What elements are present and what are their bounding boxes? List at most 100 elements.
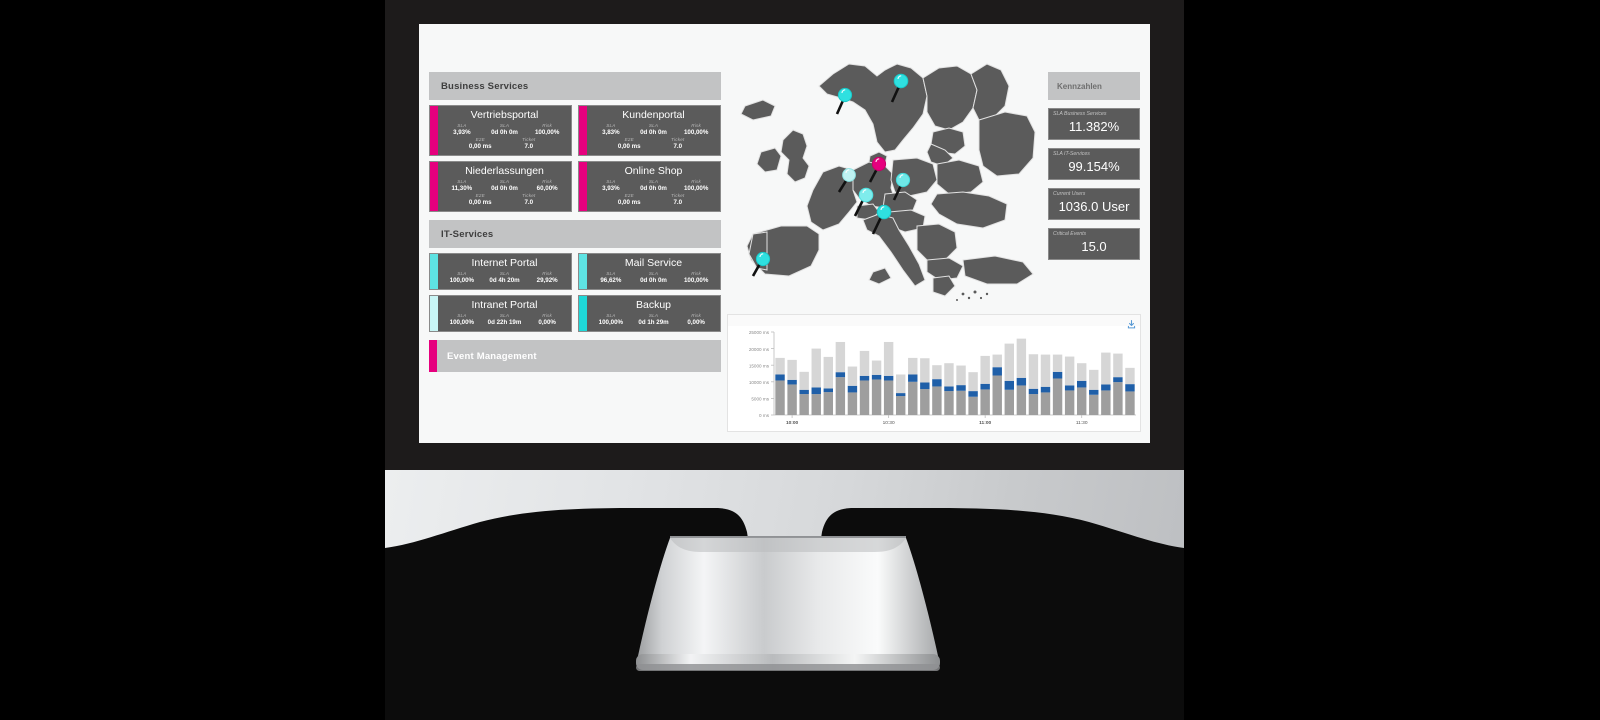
status-accent-bar bbox=[430, 106, 438, 155]
svg-text:10000 ms: 10000 ms bbox=[749, 380, 770, 385]
kpi-value: 11.382% bbox=[1068, 119, 1120, 134]
metric-value: 0,00 ms bbox=[617, 199, 641, 206]
metric-value: 0,00% bbox=[538, 319, 556, 326]
metric-sla-time: SLA 0d 1h 29m bbox=[631, 313, 677, 327]
metric-row-secondary: E2E 0,00 ms Ticket 7.0 bbox=[591, 193, 716, 207]
svg-text:10:30: 10:30 bbox=[883, 420, 895, 426]
service-card-kundenportal[interactable]: Kundenportal SLA 3,83% SLA 0d 0h 0m Risk bbox=[578, 105, 721, 156]
metric-value: 0d 0h 0m bbox=[640, 185, 667, 192]
it-services-card-grid: Internet Portal SLA 100,00% SLA 0d 4h 20… bbox=[429, 253, 721, 332]
metric-sla-percent: SLA 96,62% bbox=[591, 271, 631, 285]
metric-ticket: Ticket 7.0 bbox=[505, 193, 554, 207]
metric-value: 100,00% bbox=[683, 277, 709, 284]
kpi-value: 15.0 bbox=[1081, 239, 1107, 254]
service-card-mail-service[interactable]: Mail Service SLA 96,62% SLA 0d 0h 0m Ris… bbox=[578, 253, 721, 290]
status-accent-bar bbox=[579, 162, 587, 211]
metric-value: 0,00% bbox=[687, 319, 705, 326]
metric-value: 0d 0h 0m bbox=[640, 277, 667, 284]
kpi-card-current-users[interactable]: Current Users 1036.0 User bbox=[1048, 188, 1140, 220]
metric-value: 0d 0h 0m bbox=[491, 129, 518, 136]
service-card-online-shop[interactable]: Online Shop SLA 3,93% SLA 0d 0h 0m Risk bbox=[578, 161, 721, 212]
service-card-intranet-portal[interactable]: Intranet Portal SLA 100,00% SLA 0d 22h 1… bbox=[429, 295, 572, 332]
metric-value: 60,00% bbox=[536, 185, 558, 192]
metric-value: 3,83% bbox=[602, 129, 620, 136]
metric-risk: Risk 0,00% bbox=[527, 313, 567, 327]
services-column: Business Services Vertriebsportal SLA 3,… bbox=[429, 72, 721, 377]
section-header-it-services[interactable]: IT-Services bbox=[429, 220, 721, 248]
metric-row-primary: SLA 3,93% SLA 0d 0h 0m Risk 100,00% bbox=[591, 179, 716, 193]
status-accent-bar bbox=[430, 296, 438, 331]
kpi-label: SLA IT-Services bbox=[1053, 151, 1090, 157]
metric-risk: Risk 29,92% bbox=[527, 271, 567, 285]
metric-value: 0d 0h 0m bbox=[491, 185, 518, 192]
service-card-vertriebsportal[interactable]: Vertriebsportal SLA 3,93% SLA 0d 0h 0m R… bbox=[429, 105, 572, 156]
metric-sla-percent: SLA 3,83% bbox=[591, 123, 631, 137]
section-header-event-management[interactable]: Event Management bbox=[429, 340, 721, 372]
response-time-chart-panel[interactable]: 0 ms 5000 ms 10000 ms 15000 ms 20000 ms 25000… bbox=[727, 314, 1141, 432]
metric-row-primary: SLA 3,93% SLA 0d 0h 0m Risk 100,00% bbox=[442, 123, 567, 137]
monitor-screen: Business Services Vertriebsportal SLA 3,… bbox=[419, 24, 1150, 443]
kpi-value: 1036.0 User bbox=[1058, 199, 1130, 214]
metric-sla-percent: SLA 100,00% bbox=[442, 271, 482, 285]
svg-text:10:00: 10:00 bbox=[786, 420, 799, 426]
kpi-label: Current Users bbox=[1053, 191, 1086, 197]
metric-ticket: Ticket 7.0 bbox=[654, 137, 703, 151]
svg-text:0 ms: 0 ms bbox=[759, 413, 770, 418]
section-header-business-services[interactable]: Business Services bbox=[429, 72, 721, 100]
metric-row-secondary: E2E 0,00 ms Ticket 7.0 bbox=[591, 137, 716, 151]
metric-sla-percent: SLA 3,93% bbox=[442, 123, 482, 137]
service-card-internet-portal[interactable]: Internet Portal SLA 100,00% SLA 0d 4h 20… bbox=[429, 253, 572, 290]
monitor-stand bbox=[632, 536, 944, 678]
kpi-card-critical-events[interactable]: Critical Events 15.0 bbox=[1048, 228, 1140, 260]
svg-text:11:00: 11:00 bbox=[979, 420, 991, 426]
metric-risk: Risk 100,00% bbox=[527, 123, 567, 137]
metric-sla-percent: SLA 3,93% bbox=[591, 179, 631, 193]
svg-text:15000 ms: 15000 ms bbox=[749, 363, 770, 368]
metric-value: 100,00% bbox=[449, 277, 475, 284]
kpi-card-sla-it-services[interactable]: SLA IT-Services 99.154% bbox=[1048, 148, 1140, 180]
service-card-niederlassungen[interactable]: Niederlassungen SLA 11,30% SLA 0d 0h 0m … bbox=[429, 161, 572, 212]
status-accent-bar bbox=[579, 254, 587, 289]
status-accent-bar bbox=[579, 106, 587, 155]
metric-value: 0d 22h 19m bbox=[487, 319, 522, 326]
business-services-card-grid: Vertriebsportal SLA 3,93% SLA 0d 0h 0m R… bbox=[429, 105, 721, 212]
metric-value: 7.0 bbox=[524, 199, 534, 206]
metric-risk: Risk 100,00% bbox=[676, 271, 716, 285]
service-title: Vertriebsportal bbox=[470, 109, 539, 121]
kpi-header[interactable]: Kennzahlen bbox=[1048, 72, 1140, 100]
metric-value: 7.0 bbox=[673, 143, 683, 150]
metric-row-secondary: E2E 0,00 ms Ticket 7.0 bbox=[442, 193, 567, 207]
metric-risk: Risk 100,00% bbox=[676, 123, 716, 137]
kpi-label: SLA Business Services bbox=[1053, 111, 1107, 117]
metric-e2e: E2E 0,00 ms bbox=[456, 137, 505, 151]
svg-text:25000 ms: 25000 ms bbox=[749, 330, 770, 335]
metric-ticket: Ticket 7.0 bbox=[654, 193, 703, 207]
svg-text:5000 ms: 5000 ms bbox=[751, 397, 769, 402]
kpi-label: Critical Events bbox=[1053, 231, 1087, 237]
service-title: Internet Portal bbox=[471, 257, 538, 269]
metric-sla-time: SLA 0d 22h 19m bbox=[482, 313, 528, 327]
metric-value: 100,00% bbox=[683, 129, 709, 136]
metric-value: 0,00 ms bbox=[468, 199, 492, 206]
metric-row-primary: SLA 96,62% SLA 0d 0h 0m Risk 100,00% bbox=[591, 271, 716, 285]
status-accent-bar bbox=[430, 254, 438, 289]
metric-value: 0,00 ms bbox=[617, 143, 641, 150]
metric-value: 96,62% bbox=[600, 277, 622, 284]
metric-row-primary: SLA 100,00% SLA 0d 4h 20m Risk 29,92% bbox=[442, 271, 567, 285]
service-title: Online Shop bbox=[624, 165, 683, 177]
metric-risk: Risk 60,00% bbox=[527, 179, 567, 193]
metric-sla-time: SLA 0d 0h 0m bbox=[631, 123, 677, 137]
europe-map-panel[interactable] bbox=[727, 54, 1037, 306]
service-title: Mail Service bbox=[624, 257, 683, 269]
service-card-backup[interactable]: Backup SLA 100,00% SLA 0d 1h 29m Risk 0, bbox=[578, 295, 721, 332]
metric-sla-time: SLA 0d 4h 20m bbox=[482, 271, 528, 285]
metric-e2e: E2E 0,00 ms bbox=[605, 137, 654, 151]
metric-value: 7.0 bbox=[673, 199, 683, 206]
service-title: Intranet Portal bbox=[471, 299, 538, 311]
metric-value: 29,92% bbox=[536, 277, 558, 284]
kpi-card-sla-business-services[interactable]: SLA Business Services 11.382% bbox=[1048, 108, 1140, 140]
metric-value: 3,93% bbox=[453, 129, 471, 136]
chart-toolbar bbox=[728, 315, 1140, 329]
metric-value: 7.0 bbox=[524, 143, 534, 150]
section-title: IT-Services bbox=[441, 228, 494, 240]
